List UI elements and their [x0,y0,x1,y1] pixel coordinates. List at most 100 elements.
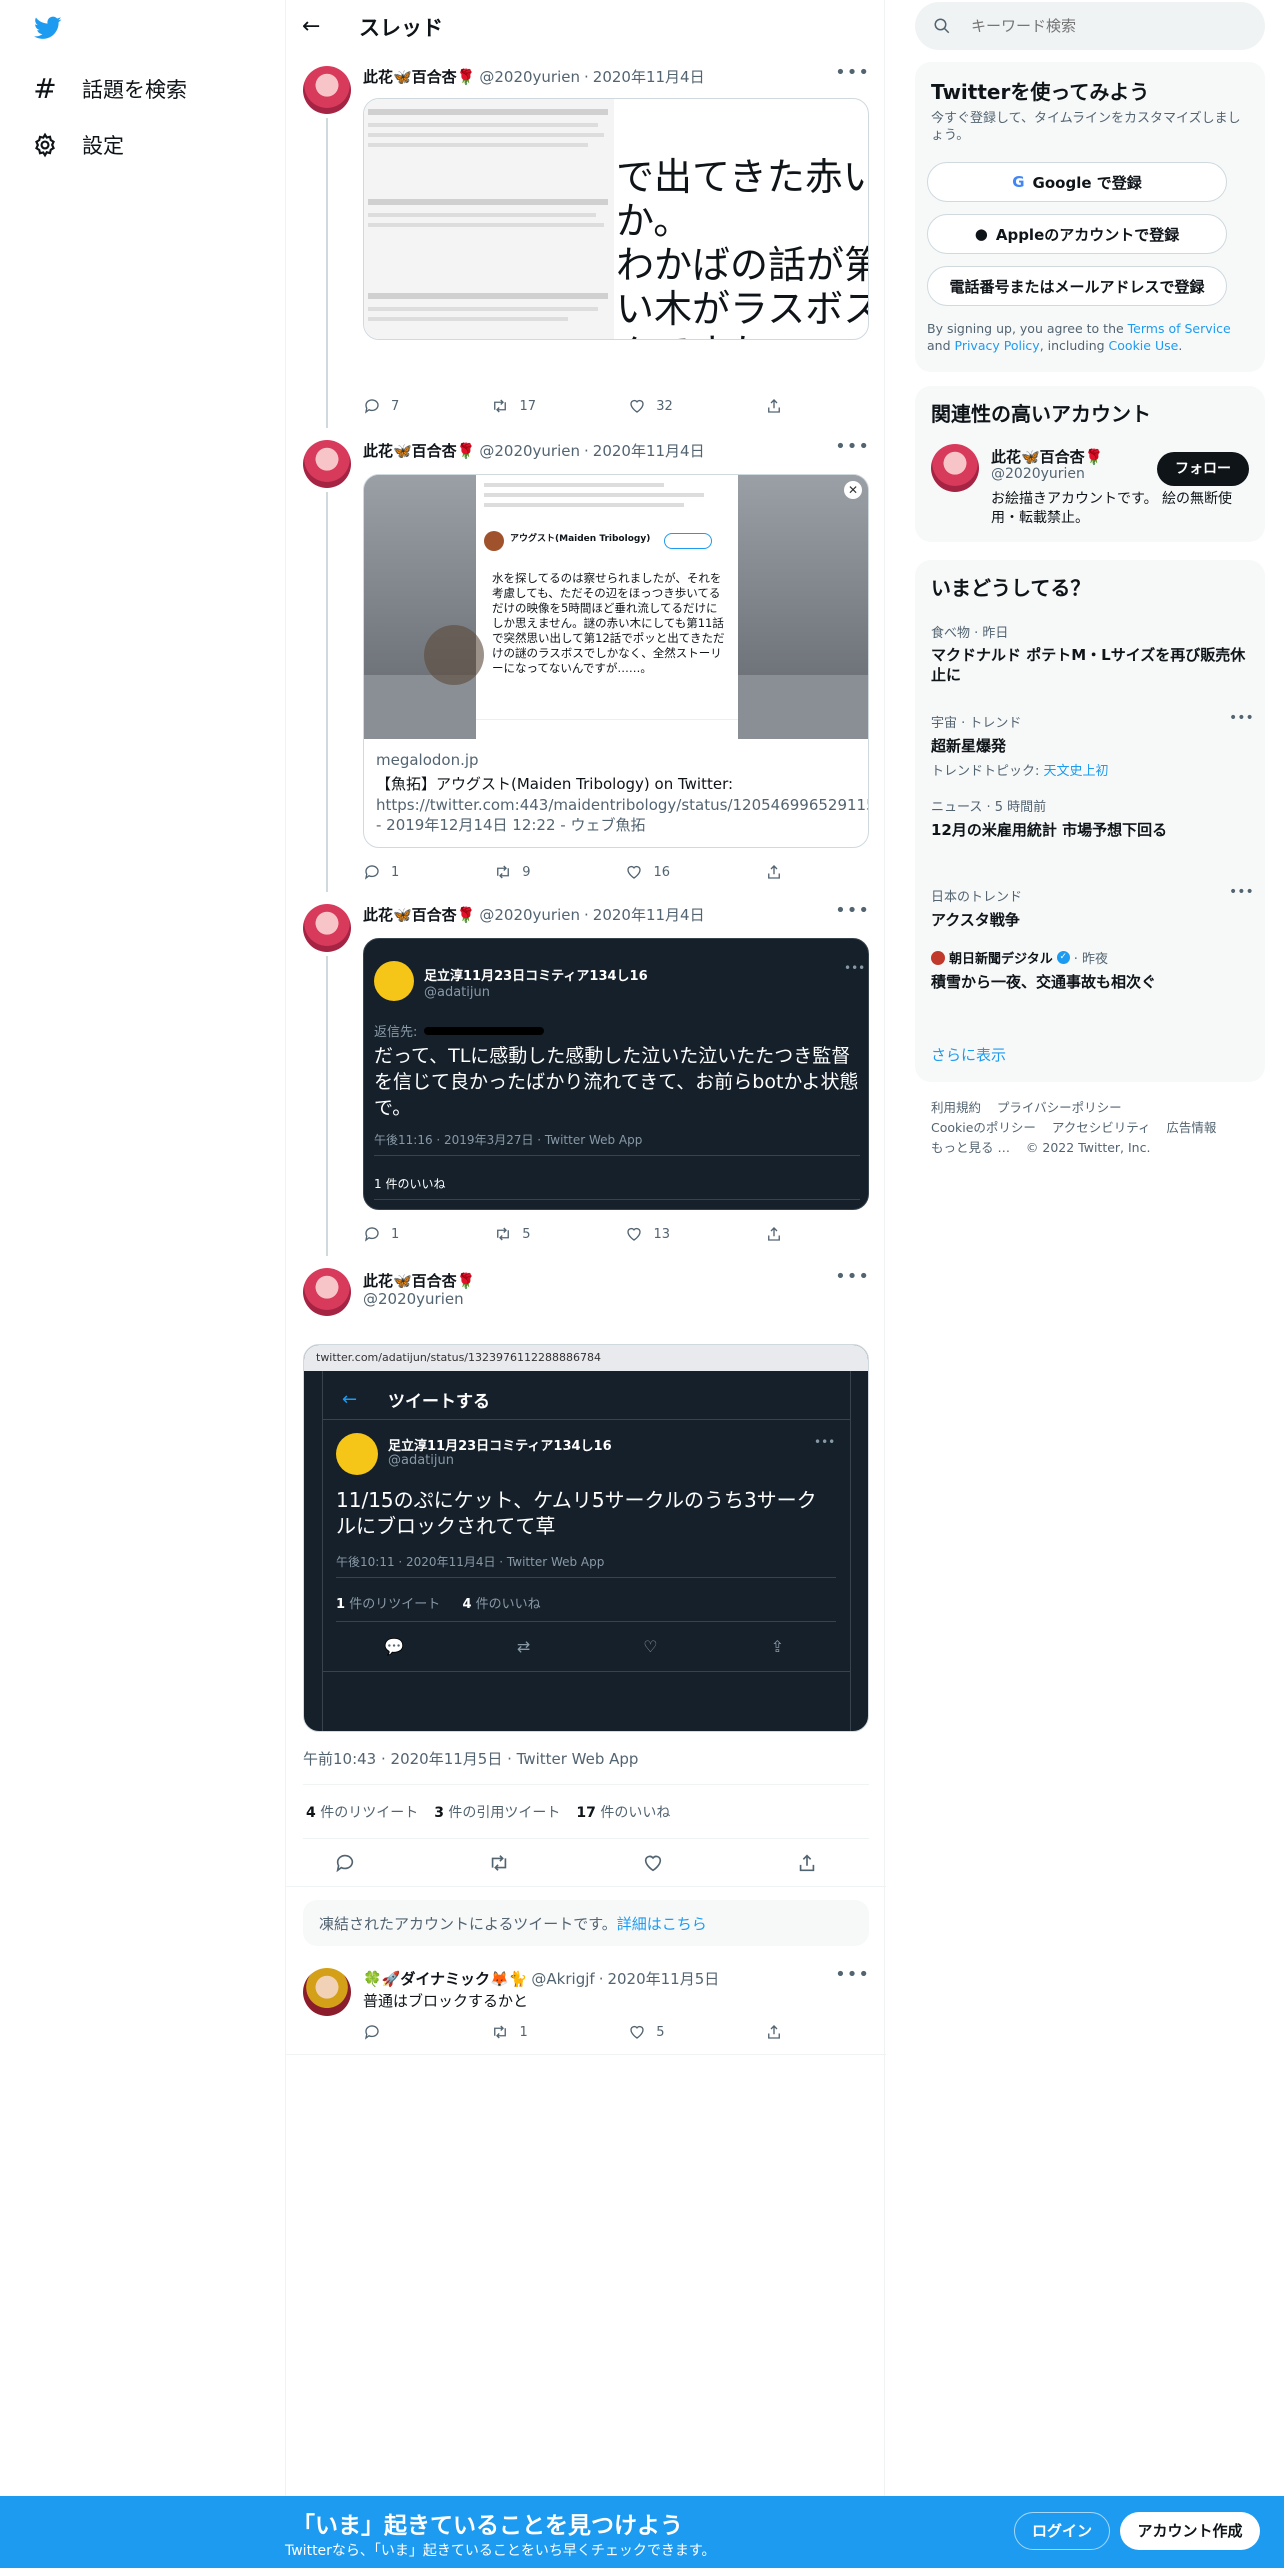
thread-tweet-3[interactable]: 此花🦋百合杏🌹 @2020yurien · 2020年11月4日 ••• 足立淳… [286,894,886,1256]
display-name[interactable]: 🍀🚀ダイナミック🦊🐈 [363,1968,527,1989]
tweet-date[interactable]: 2020年11月4日 [593,66,705,87]
suspended-account-notice: 凍結されたアカウントによるツイートです。詳細はこちら [303,1900,869,1946]
footer-link[interactable]: Cookieのポリシー [931,1120,1036,1135]
thread-tweet-2[interactable]: 此花🦋百合杏🌹 @2020yurien · 2020年11月4日 ••• アウグ… [286,430,886,892]
retweet-icon[interactable] [488,1852,510,1874]
footer-link[interactable]: 広告情報 [1166,1120,1216,1135]
like-button[interactable]: 32 [628,396,673,416]
retweet-button[interactable]: 5 [494,1224,531,1244]
handle[interactable]: @2020yurien [479,906,580,924]
show-more-link[interactable]: さらに表示 [931,1044,1006,1065]
avatar[interactable] [303,1968,351,2016]
apple-signup-button[interactable]: ● Appleのアカウントで登録 [927,214,1227,254]
reply-button[interactable]: 1 [363,862,399,882]
follow-button[interactable]: フォロー [1157,452,1249,486]
trend-more-icon[interactable]: ••• [1229,710,1254,726]
handle[interactable]: @2020yurien [479,442,580,460]
quotes-stat[interactable]: 3 件の引用ツイート [434,1802,560,1822]
reply-icon[interactable] [334,1852,356,1874]
avatar[interactable] [303,440,351,488]
image-url-bar: twitter.com/adatijun/status/132397611228… [304,1345,868,1371]
reply-button[interactable] [363,2022,391,2042]
privacy-link[interactable]: Privacy Policy [955,338,1040,353]
share-button[interactable] [765,2022,783,2042]
footer-more-link[interactable]: もっと見る … [931,1140,1010,1155]
tweet-date[interactable]: 2020年11月4日 [593,904,705,925]
more-options-icon[interactable]: ••• [835,900,870,921]
like-button[interactable]: 13 [625,1224,670,1244]
like-button[interactable]: 16 [625,862,670,882]
learn-more-link[interactable]: 詳細はこちら [617,1915,707,1933]
thread-tweet-1[interactable]: 此花🦋百合杏🌹 @2020yurien · 2020年11月4日 ••• で出て… [286,56,886,428]
retweets-stat[interactable]: 4 件のリツイート [306,1802,418,1822]
news-item[interactable]: 朝日新聞デジタル ✓ · 昨夜 積雪から一夜、交通事故も相次ぐ [931,948,1251,992]
phone-email-signup-button[interactable]: 電話番号またはメールアドレスで登録 [927,266,1227,306]
cookie-link[interactable]: Cookie Use [1109,338,1179,353]
retweet-button[interactable]: 1 [491,2022,528,2042]
avatar[interactable] [303,1268,351,1316]
trend-item[interactable]: 宇宙 · トレンド 超新星爆発 トレンドトピック: 天文史上初 [931,712,1251,779]
avatar[interactable] [303,904,351,952]
trend-item[interactable]: 日本のトレンド アクスタ戦争 [931,886,1251,930]
share-button[interactable] [765,1224,783,1244]
display-name[interactable]: 此花🦋百合杏🌹 [363,66,475,87]
footer-link[interactable]: アクセシビリティ [1052,1120,1151,1135]
back-arrow-icon[interactable]: ← [302,14,320,39]
handle[interactable]: @2020yurien [363,1290,464,1308]
tweet-date[interactable]: 2020年11月5日 [607,1968,719,1989]
reply-icon [364,2025,379,2040]
more-options-icon[interactable]: ••• [835,62,870,83]
footer-link[interactable]: 利用規約 [931,1100,981,1115]
related-handle[interactable]: @2020yurien [991,466,1085,482]
reply-button[interactable]: 1 [363,1224,399,1244]
nav-explore-label: 話題を検索 [82,77,187,102]
handle[interactable]: @Akrigjf [531,1970,594,1988]
likes-stat[interactable]: 17 件のいいね [576,1802,670,1822]
signup-terms: By signing up, you agree to the Terms of… [927,321,1231,353]
more-options-icon[interactable]: ••• [835,1964,870,1985]
share-icon[interactable] [796,1852,818,1874]
reply-button[interactable]: 7 [363,396,399,416]
share-button[interactable] [765,396,783,416]
reply-tweet[interactable]: 🍀🚀ダイナミック🦊🐈 @Akrigjf · 2020年11月5日 ••• 普通は… [286,1958,886,2054]
link-card[interactable]: アウグスト(Maiden Tribology) 水を探してるのは察せられましたが… [363,474,869,848]
nav-settings[interactable]: 設定 [32,130,124,160]
twitter-logo-icon[interactable] [32,14,64,42]
related-accounts-panel: 関連性の高いアカウント 此花🦋百合杏🌹 @2020yurien フォロー お絵描… [915,386,1265,542]
share-button[interactable] [765,862,783,882]
display-name[interactable]: 此花🦋百合杏🌹 [363,440,475,461]
avatar[interactable] [303,66,351,114]
tweet-timestamp[interactable]: 午前10:43 · 2020年11月5日 · Twitter Web App [303,1748,638,1769]
nav-explore[interactable]: # 話題を検索 [32,72,187,105]
tweet-image-screenshot[interactable]: twitter.com/adatijun/status/132397611228… [303,1344,869,1732]
like-button[interactable]: 5 [628,2022,665,2042]
more-options-icon[interactable]: ••• [835,436,870,457]
display-name[interactable]: 此花🦋百合杏🌹 [363,904,475,925]
image-back-arrow-icon: ← [342,1389,358,1410]
retweet-button[interactable]: 9 [494,862,531,882]
terms-link[interactable]: Terms of Service [1128,321,1231,336]
display-name[interactable]: 此花🦋百合杏🌹 [363,1270,475,1291]
news-source-icon [931,950,945,965]
thread-line [326,118,328,428]
search-input[interactable] [971,14,1241,38]
heart-icon[interactable] [642,1852,664,1874]
retweet-button[interactable]: 17 [491,396,536,416]
related-name[interactable]: 此花🦋百合杏🌹 [991,446,1103,467]
trend-item[interactable]: ニュース · 5 時間前 12月の米雇用統計 市場予想下回る [931,796,1251,840]
trend-item[interactable]: 食べ物 · 昨日 マクドナルド ポテトM・Lサイズを再び販売休止に [931,622,1251,685]
related-bio: お絵描きアカウントです。 絵の無断使用・転載禁止。 [991,491,1233,526]
more-options-icon[interactable]: ••• [835,1266,870,1287]
tweet-date[interactable]: 2020年11月4日 [593,440,705,461]
login-button[interactable]: ログイン [1014,2512,1110,2550]
google-signup-button[interactable]: G Google で登録 [927,162,1227,202]
footer-link[interactable]: プライバシーポリシー [997,1100,1122,1115]
trend-more-icon[interactable]: ••• [1229,884,1254,900]
embedded-tweet-image[interactable]: 足立淳11月23日コミティア134し16 @adatijun ••• 返信先: … [363,938,869,1210]
handle[interactable]: @2020yurien [479,68,580,86]
related-avatar[interactable] [931,444,979,492]
search-box[interactable] [915,2,1265,50]
tweet-image[interactable]: で出てきた赤い か。 わかばの話が第 い木がラスボス んですか。 [363,98,869,340]
signup-button[interactable]: アカウント作成 [1120,2512,1260,2550]
gear-icon [35,132,55,158]
